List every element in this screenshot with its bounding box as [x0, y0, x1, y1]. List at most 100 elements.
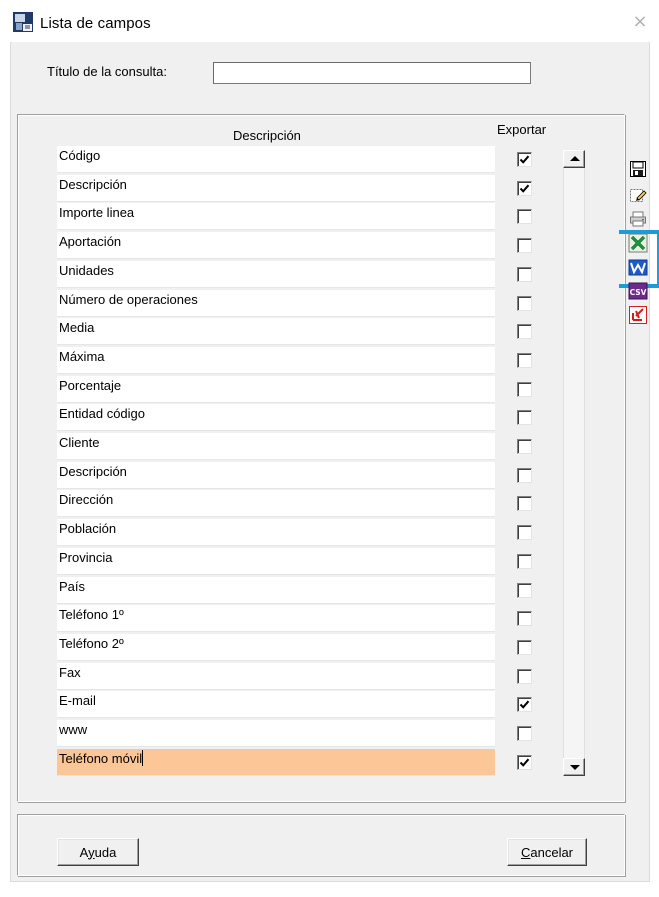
field-description[interactable]: Fax: [57, 663, 495, 690]
export-checkbox[interactable]: [517, 267, 532, 282]
export-checkbox[interactable]: [517, 554, 532, 569]
field-row[interactable]: Descripción: [57, 175, 557, 202]
window-title: Lista de campos: [40, 15, 151, 32]
field-description[interactable]: Aportación: [57, 232, 495, 259]
help-button[interactable]: Ayuda: [57, 838, 139, 866]
column-header-export: Exportar: [497, 122, 547, 137]
export-checkbox[interactable]: [517, 439, 532, 454]
field-description[interactable]: Teléfono móvil: [57, 749, 495, 776]
vertical-scrollbar[interactable]: [559, 150, 589, 776]
export-checkbox[interactable]: [517, 697, 532, 712]
field-label: Descripción: [59, 177, 127, 192]
field-label: Población: [59, 521, 117, 536]
field-label: Número de operaciones: [59, 292, 198, 307]
field-label: Teléfono 1º: [59, 607, 124, 622]
export-checkbox[interactable]: [517, 583, 532, 598]
scroll-up-button[interactable]: [563, 150, 585, 168]
field-description[interactable]: Número de operaciones: [57, 290, 495, 317]
field-row[interactable]: Provincia: [57, 548, 557, 575]
save-button[interactable]: [627, 158, 649, 180]
field-description[interactable]: Población: [57, 519, 495, 546]
field-row[interactable]: Número de operaciones: [57, 290, 557, 317]
export-checkbox[interactable]: [517, 755, 532, 770]
checkmark-icon: [519, 700, 530, 709]
export-checkbox[interactable]: [517, 525, 532, 540]
export-excel-button[interactable]: [627, 232, 649, 254]
field-description[interactable]: Descripción: [57, 462, 495, 489]
field-description[interactable]: Descripción: [57, 175, 495, 202]
field-description[interactable]: Entidad código: [57, 404, 495, 431]
field-description[interactable]: Unidades: [57, 261, 495, 288]
field-description[interactable]: Máxima: [57, 347, 495, 374]
field-row[interactable]: Población: [57, 519, 557, 546]
field-row[interactable]: Teléfono móvil: [57, 749, 557, 776]
field-description[interactable]: Teléfono 2º: [57, 634, 495, 661]
export-checkbox[interactable]: [517, 181, 532, 196]
field-description[interactable]: www: [57, 720, 495, 747]
export-checkbox[interactable]: [517, 496, 532, 511]
export-checkbox[interactable]: [517, 296, 532, 311]
field-row[interactable]: Unidades: [57, 261, 557, 288]
export-checkbox[interactable]: [517, 209, 532, 224]
close-icon[interactable]: ×: [632, 13, 648, 31]
field-description[interactable]: Provincia: [57, 548, 495, 575]
export-checkbox[interactable]: [517, 410, 532, 425]
scroll-down-button[interactable]: [563, 758, 585, 776]
field-row[interactable]: Máxima: [57, 347, 557, 374]
field-row[interactable]: Cliente: [57, 433, 557, 460]
field-description[interactable]: País: [57, 577, 495, 604]
field-row[interactable]: Media: [57, 318, 557, 345]
field-row[interactable]: Aportación: [57, 232, 557, 259]
edit-button[interactable]: [627, 184, 649, 206]
cancel-button[interactable]: Cancelar: [507, 838, 587, 866]
field-label: Media: [59, 320, 95, 335]
query-title-input[interactable]: [213, 62, 531, 84]
export-checkbox[interactable]: [517, 611, 532, 626]
export-checkbox[interactable]: [517, 324, 532, 339]
field-row[interactable]: Descripción: [57, 462, 557, 489]
field-description[interactable]: Código: [57, 146, 495, 173]
help-button-label: Ayuda: [79, 844, 117, 860]
arrow-down-icon: [570, 765, 580, 770]
field-row[interactable]: Fax: [57, 663, 557, 690]
export-checkbox[interactable]: [517, 669, 532, 684]
field-description[interactable]: Cliente: [57, 433, 495, 460]
field-label: Porcentaje: [59, 378, 122, 393]
scrollbar-track[interactable]: [563, 150, 585, 776]
field-row[interactable]: País: [57, 577, 557, 604]
export-csv-button[interactable]: CSV: [627, 280, 649, 302]
export-checkbox[interactable]: [517, 353, 532, 368]
field-row[interactable]: Importe linea: [57, 203, 557, 230]
field-label: Teléfono móvil: [59, 751, 143, 766]
export-checkbox[interactable]: [517, 468, 532, 483]
field-row[interactable]: Porcentaje: [57, 376, 557, 403]
field-description[interactable]: Importe linea: [57, 203, 495, 230]
field-row[interactable]: Entidad código: [57, 404, 557, 431]
export-word-button[interactable]: [627, 256, 649, 278]
export-checkbox[interactable]: [517, 382, 532, 397]
field-description[interactable]: Teléfono 1º: [57, 605, 495, 632]
field-description[interactable]: Porcentaje: [57, 376, 495, 403]
field-label: Cliente: [59, 435, 100, 450]
export-checkbox[interactable]: [517, 152, 532, 167]
field-description[interactable]: E-mail: [57, 691, 495, 718]
field-row[interactable]: Teléfono 2º: [57, 634, 557, 661]
field-label: Unidades: [59, 263, 114, 278]
print-button[interactable]: [627, 208, 649, 230]
text-caret: [142, 750, 144, 766]
field-row[interactable]: Código: [57, 146, 557, 173]
export-checkbox[interactable]: [517, 238, 532, 253]
field-description[interactable]: Dirección: [57, 490, 495, 517]
field-description[interactable]: Media: [57, 318, 495, 345]
title-bar: Lista de campos ×: [0, 0, 659, 42]
export-checkbox[interactable]: [517, 640, 532, 655]
field-row[interactable]: E-mail: [57, 691, 557, 718]
export-pdf-button[interactable]: [627, 304, 649, 326]
field-row[interactable]: Dirección: [57, 490, 557, 517]
pdf-icon: [629, 306, 647, 324]
field-label: Dirección: [59, 492, 114, 507]
checkmark-icon: [519, 758, 530, 767]
export-checkbox[interactable]: [517, 726, 532, 741]
field-row[interactable]: Teléfono 1º: [57, 605, 557, 632]
field-row[interactable]: www: [57, 720, 557, 747]
